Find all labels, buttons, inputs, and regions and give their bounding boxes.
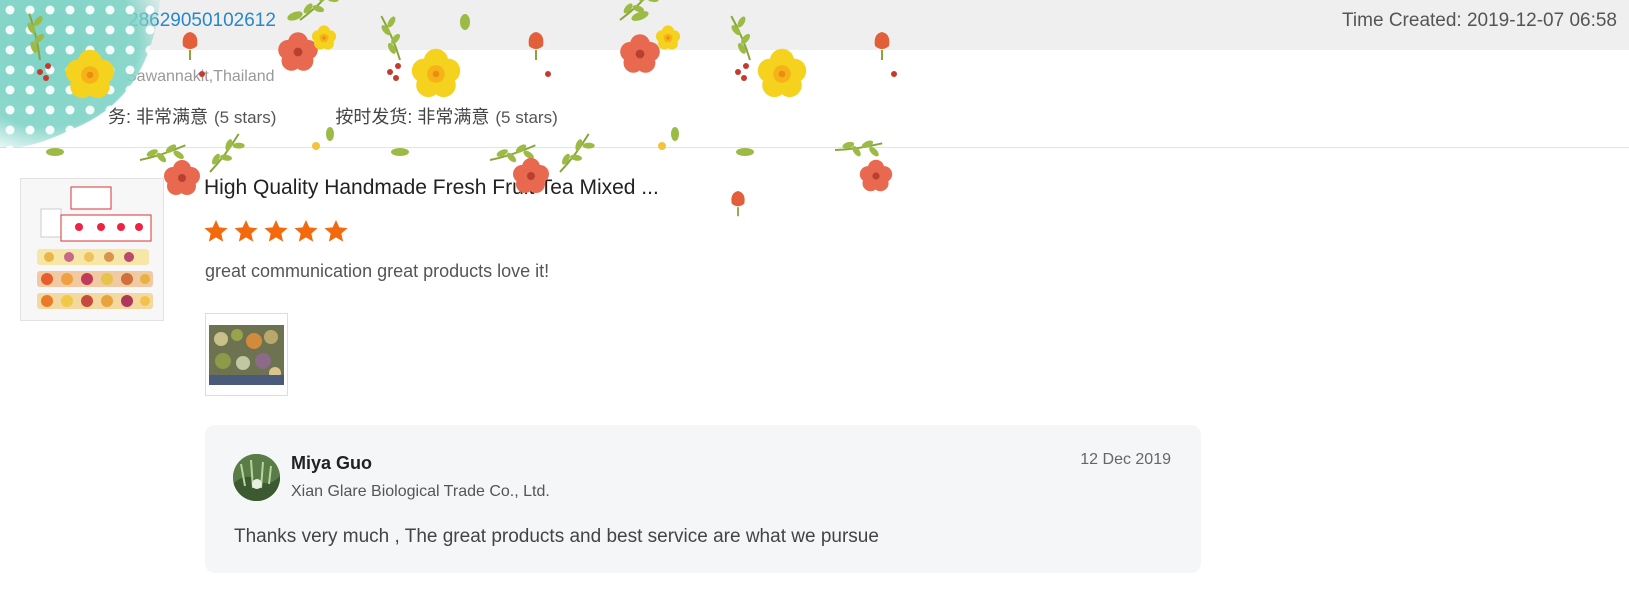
product-star-rating xyxy=(203,218,349,244)
avatar xyxy=(233,454,280,501)
star-icon xyxy=(234,219,258,242)
review-text: great communication great products love … xyxy=(205,261,550,281)
rating-service: 务: 非常满意 (5 stars) xyxy=(108,103,276,129)
star-icon xyxy=(294,219,318,242)
time-created: Time Created: 2019-12-07 06:58 xyxy=(1342,10,1617,31)
star-icon xyxy=(204,219,228,242)
star-icon xyxy=(264,219,288,242)
rating-service-stars: (5 stars) xyxy=(214,108,277,127)
seller-ratings: 务: 非常满意 (5 stars) 按时发货: 非常满意 (5 stars) xyxy=(108,103,612,129)
order-header-bar: 28629050102612 Time Created: 2019-12-07 … xyxy=(0,0,1629,50)
review-photo-thumbnail[interactable] xyxy=(205,313,288,396)
replier-company: Xian Glare Biological Trade Co., Ltd. xyxy=(291,483,550,500)
order-number-link[interactable]: 28629050102612 xyxy=(128,10,276,32)
star-icon xyxy=(324,219,348,242)
product-image[interactable] xyxy=(20,178,164,321)
reply-text: Thanks very much , The great products an… xyxy=(234,526,879,547)
reply-date: 12 Dec 2019 xyxy=(1080,451,1171,468)
product-title[interactable]: High Quality Handmade Fresh Fruit Tea Mi… xyxy=(204,176,659,200)
rating-shipping: 按时发货: 非常满意 (5 stars) xyxy=(335,103,557,129)
rating-shipping-stars: (5 stars) xyxy=(495,108,558,127)
feedback-page: 28629050102612 Time Created: 2019-12-07 … xyxy=(0,0,1629,614)
replier-name: Miya Guo xyxy=(291,453,373,473)
rating-service-label: 务: 非常满意 xyxy=(108,107,209,127)
rating-shipping-label: 按时发货: 非常满意 xyxy=(335,107,490,127)
divider xyxy=(0,147,1629,148)
buyer-location: Sawannakit,Thailand xyxy=(126,68,275,85)
seller-reply: Miya Guo Xian Glare Biological Trade Co.… xyxy=(205,425,1201,573)
